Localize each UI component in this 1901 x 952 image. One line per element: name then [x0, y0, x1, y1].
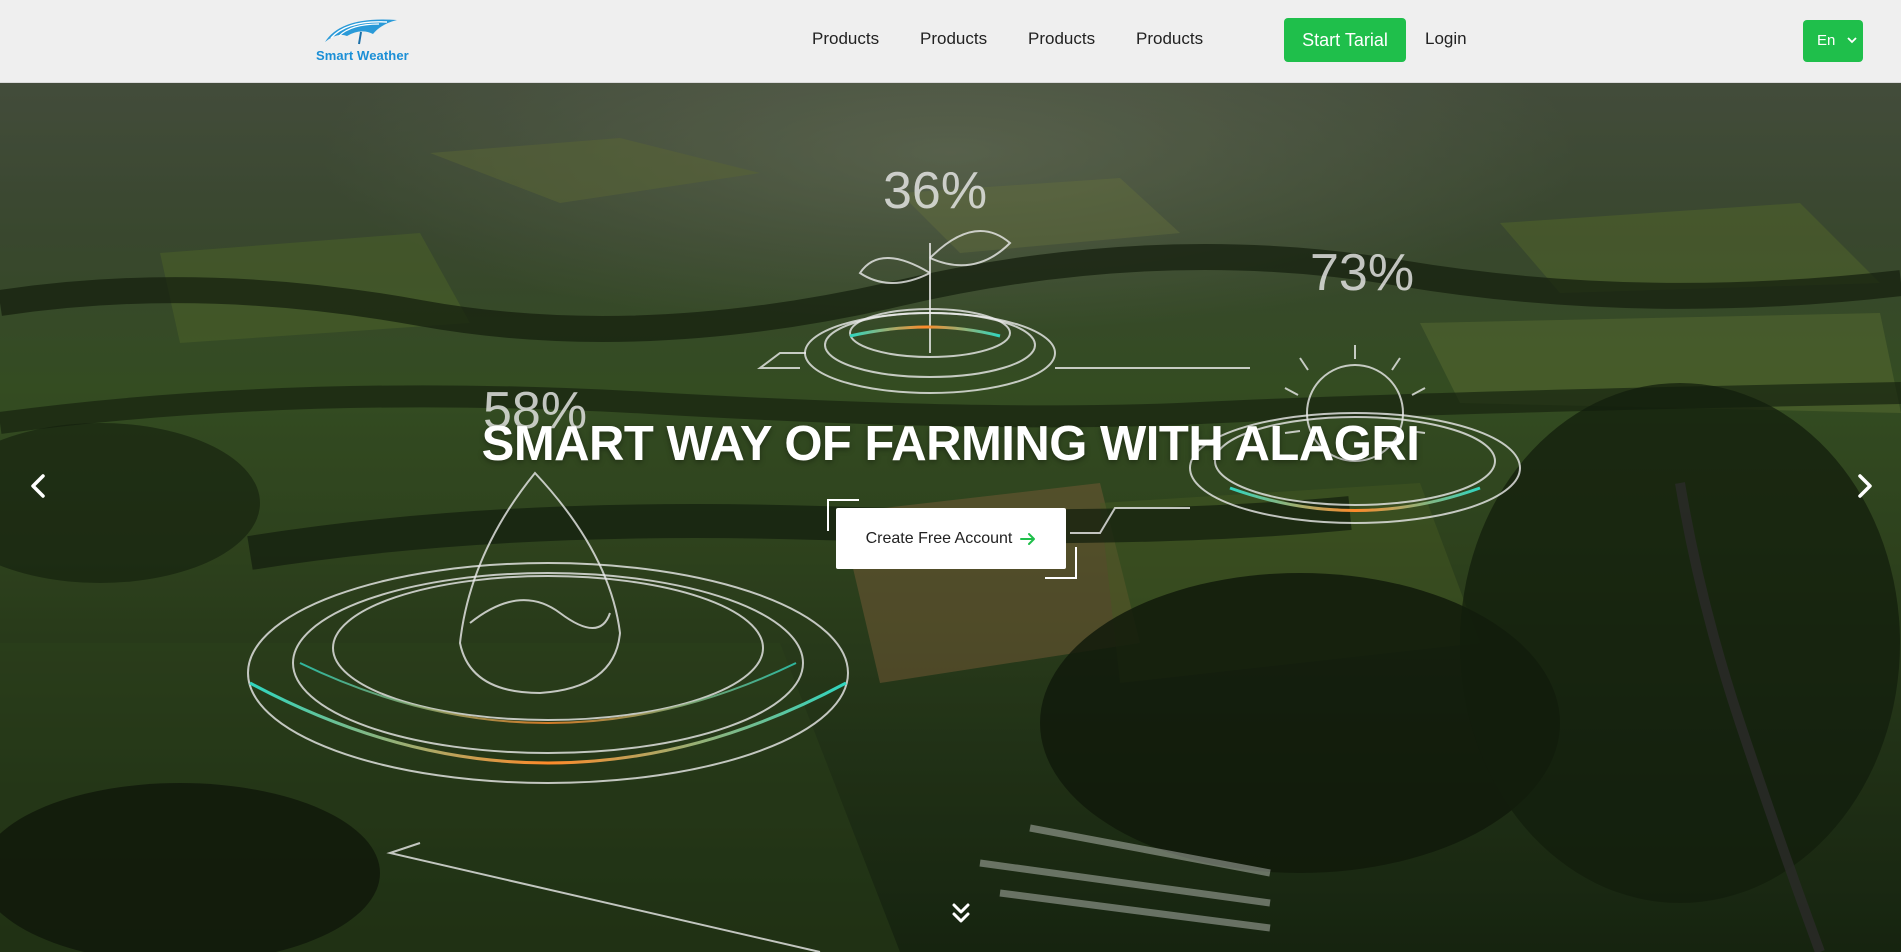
nav-item-products-4[interactable]: Products — [1136, 29, 1203, 49]
brand-name: Smart Weather — [316, 48, 409, 63]
hero-carousel: 36% 73% 58% SMART WAY OF FARMING WITH AL… — [0, 83, 1901, 952]
chevron-down-icon — [1847, 37, 1857, 44]
stat-sun-value: 73% — [1310, 244, 1415, 302]
arrow-right-icon — [1020, 532, 1036, 545]
language-select[interactable]: En — [1803, 20, 1863, 62]
site-header: Smart Weather Products Products Products… — [0, 0, 1901, 83]
chevron-right-icon[interactable] — [1845, 466, 1885, 506]
double-chevron-down-icon[interactable] — [946, 899, 976, 929]
chevron-left-icon[interactable] — [18, 466, 58, 506]
language-value: En — [1817, 32, 1836, 49]
nav-item-products-2[interactable]: Products — [920, 29, 987, 49]
start-trial-button[interactable]: Start Tarial — [1284, 18, 1406, 62]
login-link[interactable]: Login — [1425, 29, 1467, 49]
hero-title: SMART WAY OF FARMING WITH ALAGRI — [481, 417, 1420, 471]
umbrella-logo-icon — [325, 19, 397, 45]
create-account-button[interactable]: Create Free Account — [836, 508, 1066, 569]
nav-item-products-3[interactable]: Products — [1028, 29, 1095, 49]
nav-item-products-1[interactable]: Products — [812, 29, 879, 49]
create-account-label: Create Free Account — [865, 529, 1013, 547]
stat-sprout-value: 36% — [883, 162, 988, 220]
brand-logo[interactable]: Smart Weather — [315, 14, 425, 64]
cta-frame: Create Free Account — [827, 499, 1077, 579]
